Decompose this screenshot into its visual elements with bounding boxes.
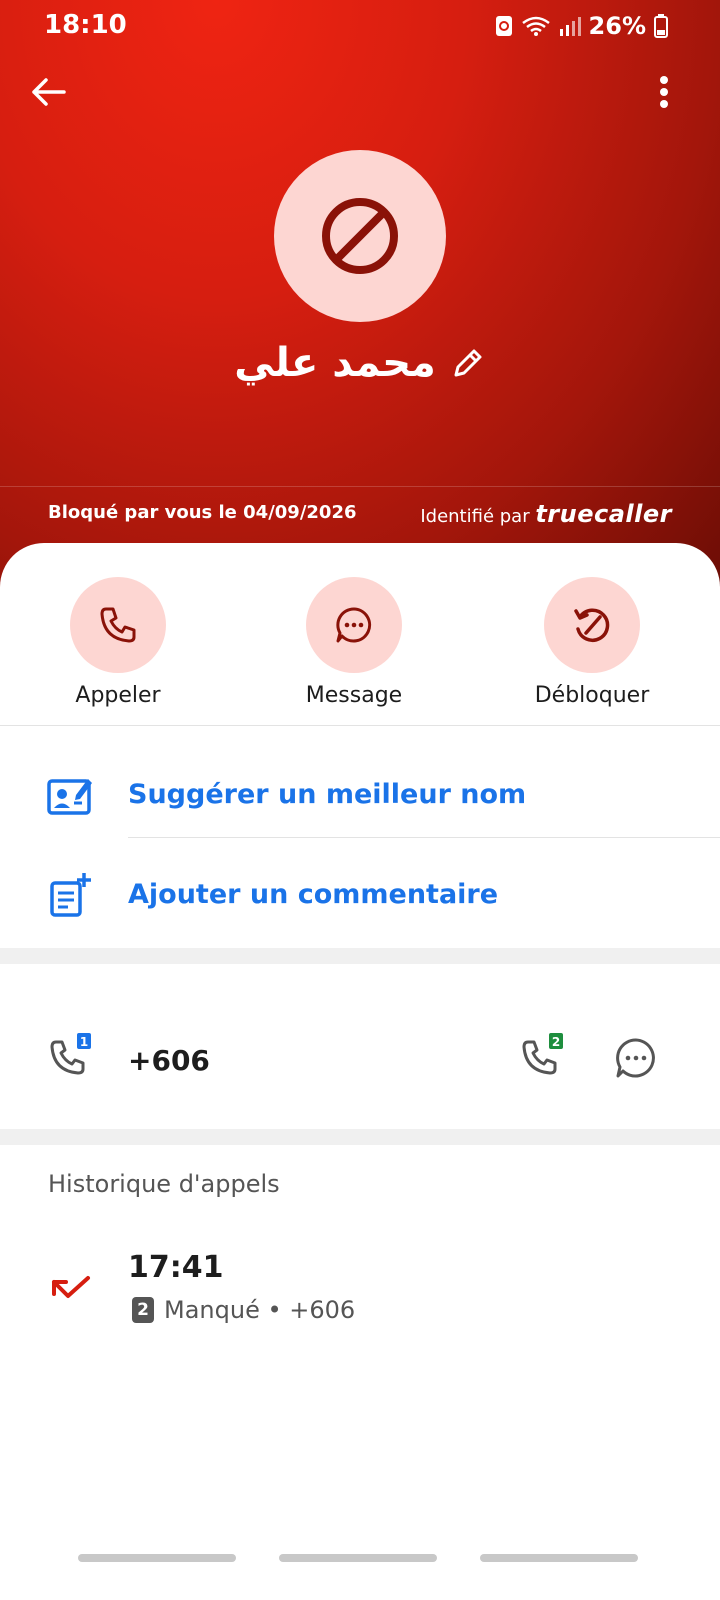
action-bar: Appeler Message Débloquer xyxy=(0,577,720,717)
unblock-button[interactable] xyxy=(544,577,640,673)
status-time: 18:10 xyxy=(44,10,127,40)
sim-indicator: 2 xyxy=(132,1297,154,1323)
sim2-call-icon[interactable]: 2 xyxy=(518,1032,570,1084)
message-action[interactable]: Message xyxy=(254,577,454,708)
edit-pencil-icon[interactable] xyxy=(450,345,486,381)
call-status: Manqué • +606 xyxy=(164,1296,356,1324)
phone-icon xyxy=(100,607,136,643)
unblock-icon xyxy=(574,608,610,642)
message-button[interactable] xyxy=(306,577,402,673)
more-options-icon[interactable] xyxy=(650,72,678,112)
blocked-date-text: Bloqué par vous le 04/09/2026 xyxy=(48,502,357,523)
contact-name-row: محمد علي xyxy=(0,340,720,386)
call-time: 17:41 xyxy=(128,1250,224,1285)
sim2-badge: 2 xyxy=(552,1035,560,1049)
missed-call-icon xyxy=(52,1276,90,1298)
sim1-call-icon[interactable]: 1 xyxy=(46,1032,98,1084)
header-divider xyxy=(0,486,720,487)
back-arrow-icon[interactable] xyxy=(28,72,68,112)
status-bar: 18:10 26% xyxy=(0,0,720,52)
call-action[interactable]: Appeler xyxy=(18,577,218,708)
section-spacer xyxy=(0,948,720,964)
sms-chat-icon[interactable] xyxy=(614,1036,658,1080)
nav-handle-center[interactable] xyxy=(279,1554,437,1562)
details-card: Appeler Message Débloquer Suggérer un me… xyxy=(0,543,720,1600)
add-note-icon xyxy=(50,873,91,917)
call-history-entry[interactable]: 17:41 2 Manqué • +606 xyxy=(0,1250,720,1350)
contact-header: 18:10 26% محمد علي Bloqué par vous le 04… xyxy=(0,0,720,600)
identified-by: Identifié par truecaller xyxy=(420,500,672,528)
phone-number: +606 xyxy=(128,1044,210,1077)
actions-divider xyxy=(0,725,720,726)
call-button[interactable] xyxy=(70,577,166,673)
nav-handle-left[interactable] xyxy=(78,1554,236,1562)
battery-icon xyxy=(654,14,668,38)
blocked-avatar xyxy=(274,150,446,322)
call-details: 2 Manqué • +606 xyxy=(132,1296,355,1324)
options-divider xyxy=(128,837,720,838)
nav-handle-right[interactable] xyxy=(480,1554,638,1562)
add-comment-row[interactable]: Ajouter un commentaire xyxy=(0,849,720,949)
contact-name: محمد علي xyxy=(234,340,436,386)
wifi-icon xyxy=(521,16,550,36)
edit-contact-card-icon xyxy=(47,779,92,815)
add-comment-text: Ajouter un commentaire xyxy=(128,879,499,910)
signal-icon xyxy=(559,17,581,36)
block-icon xyxy=(322,198,398,274)
battery-percent: 26% xyxy=(588,12,646,40)
chat-bubble-icon xyxy=(336,607,372,643)
section-spacer-2 xyxy=(0,1129,720,1145)
gesture-navigation-bar xyxy=(78,1554,638,1562)
suggest-name-text: Suggérer un meilleur nom xyxy=(128,779,527,810)
phone-number-row[interactable]: 1 +606 2 xyxy=(0,1022,720,1122)
truecaller-logo: truecaller xyxy=(535,500,672,528)
identified-prefix: Identifié par xyxy=(420,506,530,527)
sim1-badge: 1 xyxy=(80,1035,88,1049)
sync-icon xyxy=(495,16,512,36)
suggest-name-row[interactable]: Suggérer un meilleur nom xyxy=(0,749,720,849)
status-icons: 26% xyxy=(495,12,668,40)
message-label: Message xyxy=(305,683,403,708)
call-history-title: Historique d'appels xyxy=(48,1170,280,1198)
unblock-action[interactable]: Débloquer xyxy=(492,577,692,708)
call-label: Appeler xyxy=(75,683,161,708)
unblock-label: Débloquer xyxy=(534,683,650,708)
